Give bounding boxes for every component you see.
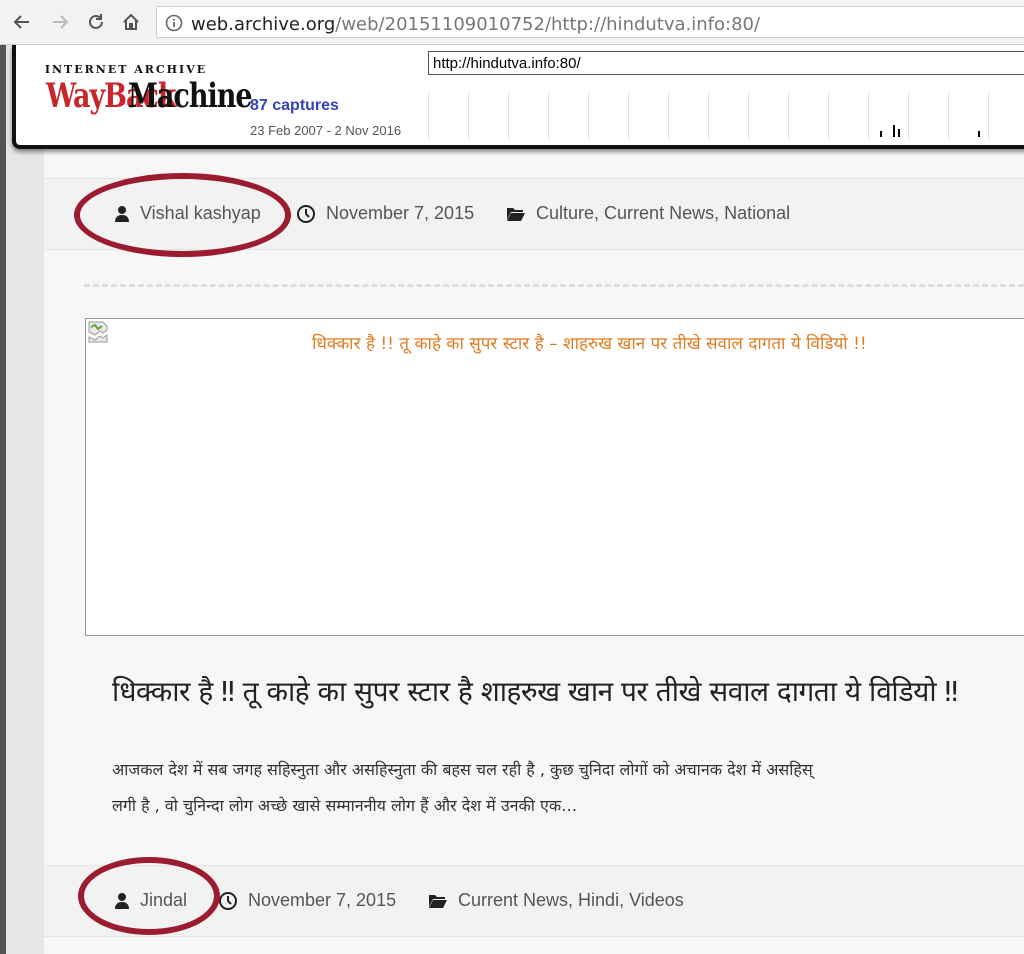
post-author[interactable]: Vishal kashyap bbox=[114, 203, 261, 224]
timeline-gridline bbox=[628, 93, 629, 139]
timeline-gridline bbox=[588, 93, 589, 139]
post-excerpt-line: आजकल देश में सब जगह सहिस्नुता और असहिस्न… bbox=[112, 760, 813, 779]
category-list: Current News, Hindi, Videos bbox=[458, 890, 684, 911]
post-author-name[interactable]: Vishal kashyap bbox=[140, 203, 261, 224]
post-categories: Culture, Current News, National bbox=[506, 203, 790, 224]
category-link[interactable]: Hindi bbox=[578, 890, 619, 910]
timeline-gridline bbox=[468, 93, 469, 139]
timeline-gridline bbox=[748, 93, 749, 139]
wayback-toolbar: INTERNET ARCHIVE WayBack Machine 87 capt… bbox=[12, 45, 1024, 149]
post-date[interactable]: November 7, 2015 bbox=[218, 890, 396, 911]
url-path: /web/20151109010752/http://hindutva.info… bbox=[335, 14, 761, 35]
timeline-capture-bar bbox=[880, 131, 882, 137]
timeline-capture-bar bbox=[893, 125, 895, 137]
info-icon[interactable] bbox=[165, 14, 183, 32]
wayback-logo-top: INTERNET ARCHIVE bbox=[44, 63, 208, 76]
post-excerpt: आजकल देश में सब जगह सहिस्नुता और असहिस्न… bbox=[112, 752, 1024, 824]
category-link[interactable]: Current News bbox=[604, 203, 714, 223]
category-link[interactable]: Videos bbox=[629, 890, 684, 910]
url-text: web.archive.org/web/20151109010752/http:… bbox=[191, 14, 760, 35]
post-separator bbox=[84, 284, 1024, 287]
post-meta-row: Vishal kashyap November 7, 2015 Culture,… bbox=[44, 178, 1024, 250]
post-author[interactable]: Jindal bbox=[114, 890, 187, 911]
category-link[interactable]: National bbox=[724, 203, 790, 223]
post-date[interactable]: November 7, 2015 bbox=[296, 203, 474, 224]
clock-icon bbox=[297, 204, 315, 223]
timeline-gridline bbox=[508, 93, 509, 139]
wayback-logo-wordmark: WayBack Machine bbox=[40, 77, 253, 119]
captures-link[interactable]: 87 captures bbox=[250, 97, 339, 115]
capture-timeline[interactable] bbox=[428, 93, 1024, 139]
broken-image-icon bbox=[88, 321, 108, 343]
forward-icon bbox=[53, 15, 69, 29]
capture-date-range: 23 Feb 2007 - 2 Nov 2016 bbox=[250, 123, 402, 138]
folder-open-icon bbox=[429, 894, 447, 908]
post-excerpt-line: लगी है , वो चुनिन्दा लोग अच्छे खासे सम्म… bbox=[112, 796, 578, 815]
post-meta-row: Jindal November 7, 2015 Current News, Hi… bbox=[44, 865, 1024, 937]
user-icon bbox=[115, 205, 129, 222]
post-title[interactable]: धिक्कार है ‼ तू काहे का सुपर स्टार है शा… bbox=[112, 672, 958, 710]
reload-button[interactable] bbox=[82, 8, 110, 36]
timeline-gridline bbox=[828, 93, 829, 139]
category-separator: , bbox=[568, 890, 579, 910]
post-date-text[interactable]: November 7, 2015 bbox=[248, 890, 396, 911]
post-date-text[interactable]: November 7, 2015 bbox=[326, 203, 474, 224]
timeline-gridline bbox=[788, 93, 789, 139]
timeline-gridline bbox=[988, 93, 989, 139]
post-author-name[interactable]: Jindal bbox=[140, 890, 187, 911]
featured-image-broken[interactable]: धिक्कार है !! तू काहे का सुपर स्टार है –… bbox=[85, 318, 1024, 636]
timeline-gridline bbox=[868, 93, 869, 139]
timeline-gridline bbox=[708, 93, 709, 139]
back-icon bbox=[13, 15, 29, 29]
home-icon bbox=[123, 13, 139, 30]
wayback-url-input[interactable] bbox=[428, 51, 1024, 75]
timeline-gridline bbox=[908, 93, 909, 139]
url-host: web.archive.org bbox=[191, 14, 336, 35]
category-separator: , bbox=[714, 203, 725, 223]
wayback-logo[interactable]: INTERNET ARCHIVE WayBack Machine bbox=[40, 59, 253, 121]
wayback-logo-machine: Machine bbox=[128, 77, 253, 116]
folder-open-icon bbox=[507, 207, 525, 221]
browser-toolbar: web.archive.org/web/20151109010752/http:… bbox=[0, 0, 1024, 45]
timeline-gridline bbox=[668, 93, 669, 139]
timeline-capture-bar bbox=[978, 131, 980, 137]
featured-image-alt-text: धिक्कार है !! तू काहे का सुपर स्टार है –… bbox=[312, 334, 867, 354]
category-list: Culture, Current News, National bbox=[536, 203, 790, 224]
forward-button[interactable] bbox=[46, 8, 74, 36]
category-link[interactable]: Culture bbox=[536, 203, 594, 223]
category-link[interactable]: Current News bbox=[458, 890, 568, 910]
home-button[interactable] bbox=[117, 8, 145, 36]
timeline-capture-bar bbox=[898, 129, 900, 137]
category-separator: , bbox=[594, 203, 605, 223]
clock-icon bbox=[219, 891, 237, 910]
timeline-gridline bbox=[948, 93, 949, 139]
back-button[interactable] bbox=[8, 8, 36, 36]
reload-icon bbox=[89, 14, 103, 29]
address-bar[interactable]: web.archive.org/web/20151109010752/http:… bbox=[156, 6, 1024, 38]
timeline-gridline bbox=[548, 93, 549, 139]
timeline-gridline bbox=[428, 93, 429, 139]
category-separator: , bbox=[619, 890, 630, 910]
user-icon bbox=[115, 892, 129, 909]
post-categories: Current News, Hindi, Videos bbox=[428, 890, 684, 911]
